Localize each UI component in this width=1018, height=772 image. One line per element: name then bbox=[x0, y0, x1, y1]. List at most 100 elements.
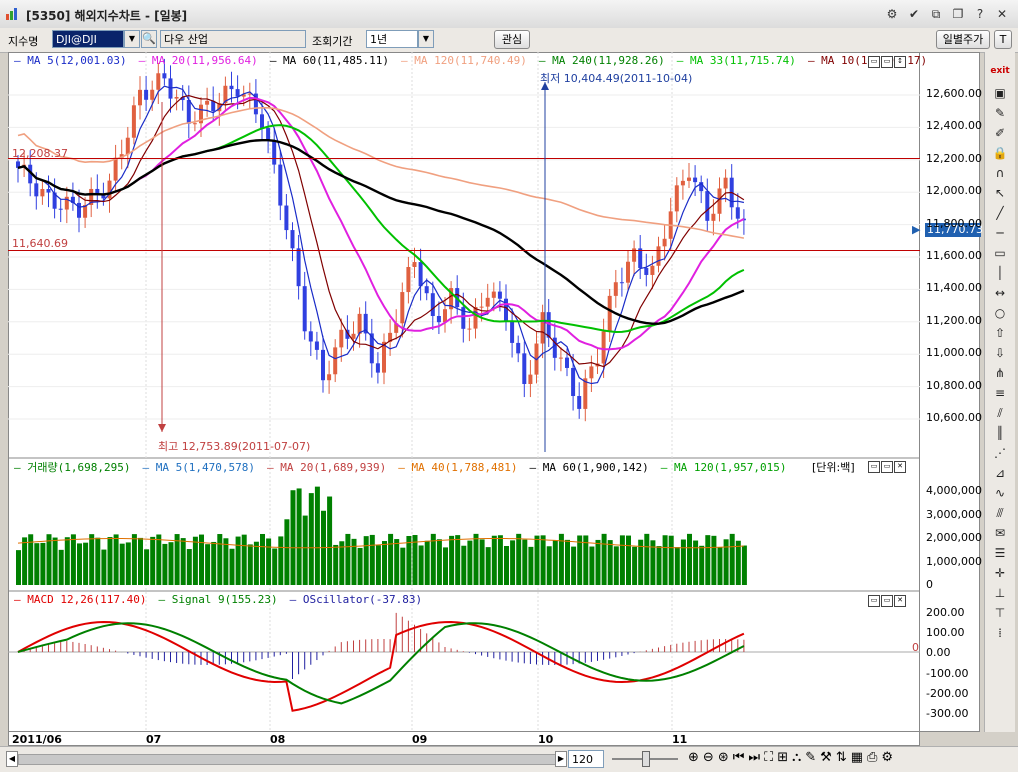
period-dropdown-button[interactable]: ▼ bbox=[418, 30, 434, 48]
macd-legend-item: — Signal 9(155.23) bbox=[158, 593, 278, 606]
lock-icon[interactable]: 🔒 bbox=[989, 144, 1011, 162]
candle-body bbox=[290, 230, 295, 249]
text-tool-button[interactable]: T bbox=[994, 30, 1012, 49]
period-select[interactable]: 1년 bbox=[366, 30, 418, 48]
candle-body bbox=[467, 328, 472, 330]
image-icon[interactable]: ▦ bbox=[851, 750, 863, 765]
circle-icon[interactable]: ○ bbox=[989, 304, 1011, 322]
pen-icon[interactable]: ✎ bbox=[805, 750, 816, 765]
bars-icon[interactable]: ║ bbox=[989, 424, 1011, 442]
first-icon[interactable]: ⏮ bbox=[733, 750, 745, 765]
rectangle-icon[interactable]: ▭ bbox=[989, 244, 1011, 262]
volume-bar bbox=[113, 534, 119, 585]
macd-panel-controls[interactable]: ▭ ▭ ✕ bbox=[868, 595, 906, 607]
macd-axis-tick-label: -300.00 bbox=[926, 707, 969, 720]
price-legend-item: — MA 240(11,928.26) bbox=[538, 54, 665, 67]
last-icon[interactable]: ⏭ bbox=[748, 750, 760, 765]
exit-icon[interactable]: exit bbox=[989, 62, 1011, 80]
settings-bottom-icon[interactable]: ⚙ bbox=[881, 750, 893, 765]
volume-bar bbox=[674, 547, 680, 585]
close-icon[interactable]: ✕ bbox=[994, 6, 1010, 22]
gann-icon[interactable]: ⋰ bbox=[989, 444, 1011, 462]
candle-body bbox=[296, 248, 301, 287]
hline-icon[interactable]: ─ bbox=[989, 224, 1011, 242]
print-icon[interactable]: ⎙ bbox=[867, 750, 877, 765]
vline-icon[interactable]: │ bbox=[989, 264, 1011, 282]
candle-body bbox=[436, 316, 441, 323]
fibonacci-icon[interactable]: ≡ bbox=[989, 384, 1011, 402]
symbol-dropdown-button[interactable]: ▼ bbox=[124, 30, 140, 48]
candle-body bbox=[400, 292, 405, 324]
copy-icon[interactable]: ⧉ bbox=[928, 6, 944, 22]
volume-bar bbox=[351, 538, 357, 585]
draw-icon[interactable]: ✐ bbox=[989, 124, 1011, 142]
candle-body bbox=[321, 349, 325, 381]
volume-bar bbox=[89, 534, 95, 585]
search-icon[interactable]: 🔍 bbox=[141, 30, 157, 48]
volume-bar bbox=[601, 533, 607, 585]
zoom-slider-handle[interactable] bbox=[642, 751, 650, 767]
cursor-icon[interactable]: ↖ bbox=[989, 184, 1011, 202]
price-panel-controls[interactable]: ▭ ▭ ↕ bbox=[868, 56, 906, 68]
edit-icon[interactable]: ✎ bbox=[989, 104, 1011, 122]
split-icon[interactable]: ⊞ bbox=[777, 750, 788, 765]
scroll-left-icon[interactable]: ◀ bbox=[6, 751, 18, 767]
period-label: 조회기간 bbox=[312, 35, 353, 48]
zoom-out-icon[interactable]: ⊖ bbox=[703, 750, 714, 765]
delete-all-icon[interactable]: ⊥ bbox=[989, 584, 1011, 602]
chart-canvas[interactable] bbox=[8, 52, 920, 732]
horizontal-scrollbar[interactable] bbox=[18, 754, 560, 765]
magnet-icon[interactable]: ∩ bbox=[989, 164, 1011, 182]
volume-bar bbox=[211, 541, 217, 585]
restore-icon[interactable]: ❐ bbox=[950, 6, 966, 22]
zoom-fit-icon[interactable]: ⊛ bbox=[718, 750, 729, 765]
tools-icon[interactable]: ⚒ bbox=[820, 750, 832, 765]
candle-body bbox=[711, 213, 716, 221]
check-icon[interactable]: ✔ bbox=[906, 6, 922, 22]
settings-icon[interactable]: ⚙ bbox=[884, 6, 900, 22]
symbol-input[interactable]: DJI@DJI bbox=[52, 30, 124, 48]
chart-type-icon[interactable]: ⇅ bbox=[836, 750, 847, 765]
volume-bar bbox=[656, 546, 662, 585]
current-price-arrow-icon: ▶ bbox=[912, 223, 921, 236]
title-bar: [5350] 해외지수차트 - [일봉] ⚙ ✔ ⧉ ❐ ? ✕ bbox=[0, 0, 1018, 29]
up-arrow-icon[interactable]: ⇧ bbox=[989, 324, 1011, 342]
volume-bar bbox=[485, 547, 491, 585]
grid-icon[interactable]: ☰ bbox=[989, 544, 1011, 562]
volume-bar bbox=[558, 533, 564, 585]
horizontal-arrow-icon[interactable]: ↔ bbox=[989, 284, 1011, 302]
vertical-lines-icon[interactable]: ⁞ bbox=[989, 624, 1011, 642]
candle-body bbox=[174, 96, 179, 99]
volume-bar bbox=[644, 533, 650, 585]
scroll-right-icon[interactable]: ▶ bbox=[555, 751, 567, 767]
save-icon[interactable]: ▣ bbox=[989, 84, 1011, 102]
zoom-in-icon[interactable]: ⊕ bbox=[688, 750, 699, 765]
volume-bar bbox=[705, 535, 711, 585]
volume-bar bbox=[131, 534, 137, 585]
pitchfork-icon[interactable]: ⫽ bbox=[989, 404, 1011, 422]
help-icon[interactable]: ? bbox=[972, 6, 988, 22]
price-axis-tick-label: 11,400.00 bbox=[926, 281, 982, 295]
crosshair-icon[interactable]: ✛ bbox=[989, 564, 1011, 582]
cycle-icon[interactable]: ∿ bbox=[989, 484, 1011, 502]
trendline-icon[interactable]: ╱ bbox=[989, 204, 1011, 222]
daily-price-button[interactable]: 일별주가 bbox=[936, 30, 990, 49]
down-arrow-icon[interactable]: ⇩ bbox=[989, 344, 1011, 362]
fullscreen-icon[interactable]: ⛶ bbox=[764, 750, 773, 765]
comment-icon[interactable]: ✉ bbox=[989, 524, 1011, 542]
watchlist-button[interactable]: 관심 bbox=[494, 30, 530, 49]
volume-bar bbox=[333, 544, 339, 585]
anchor-icon[interactable]: ⊤ bbox=[989, 604, 1011, 622]
candle-body bbox=[58, 208, 63, 210]
price-axis-tick-label: 11,800.00 bbox=[926, 216, 982, 230]
zoom-input[interactable]: 120 bbox=[568, 750, 604, 768]
volume-panel-controls[interactable]: ▭ ▭ ✕ bbox=[868, 461, 906, 473]
speed-lines-icon[interactable]: ⊿ bbox=[989, 464, 1011, 482]
volume-legend: — 거래량(1,698,295) — MA 5(1,470,578) — MA 20… bbox=[14, 459, 799, 475]
indicator-icon[interactable]: ⛬ bbox=[792, 750, 801, 765]
price-legend-item: — MA 20(11,956.64) bbox=[138, 54, 258, 67]
channel-icon[interactable]: ⫻ bbox=[989, 504, 1011, 522]
fan-icon[interactable]: ⋔ bbox=[989, 364, 1011, 382]
volume-bar bbox=[522, 539, 528, 585]
volume-bar bbox=[180, 538, 186, 585]
